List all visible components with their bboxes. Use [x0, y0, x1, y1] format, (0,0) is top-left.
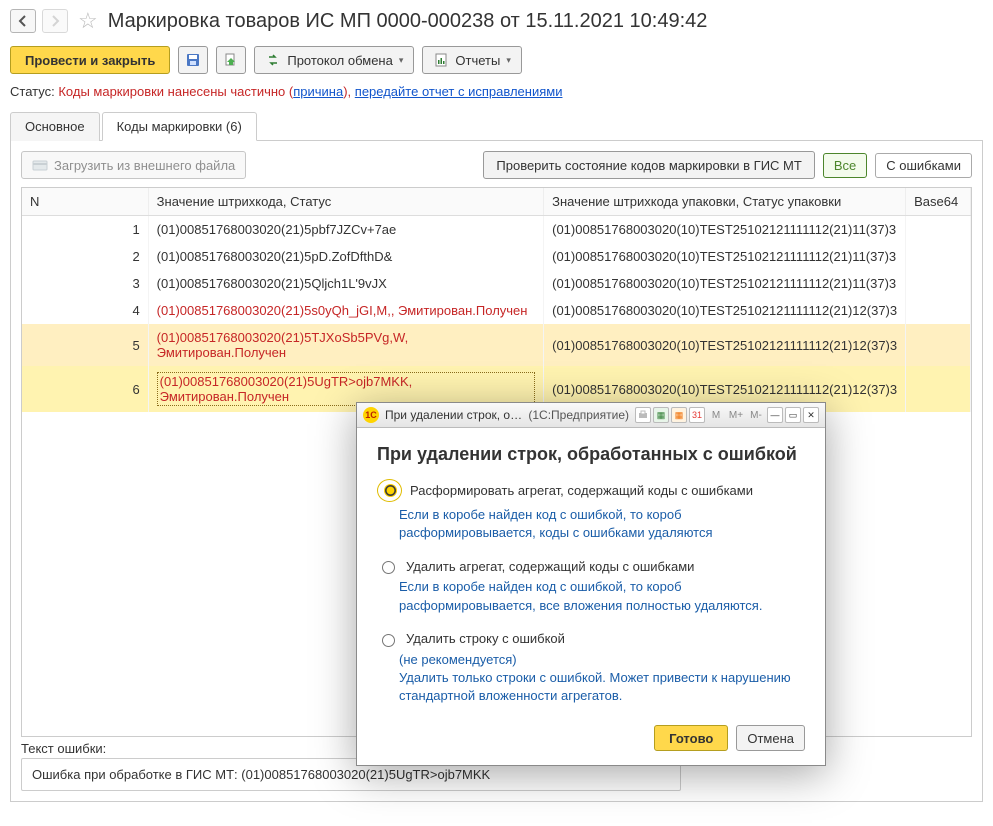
radio-option-1-desc: Если в коробе найден код с ошибкой, то к…: [399, 506, 805, 542]
mem-mp[interactable]: M+: [727, 410, 745, 421]
row-b64: [906, 216, 971, 244]
row-n: 3: [22, 270, 148, 297]
protocol-button[interactable]: Протокол обмена ▾: [254, 46, 414, 74]
status-text: Коды маркировки нанесены частично: [58, 84, 285, 99]
table-row[interactable]: 5(01)00851768003020(21)5TJXoSb5PVg,W, Эм…: [22, 324, 971, 366]
row-n: 1: [22, 216, 148, 244]
row-n: 6: [22, 366, 148, 412]
nav-back-button[interactable]: [10, 9, 36, 33]
nav-forward-button: [42, 9, 68, 33]
cal1-icon[interactable]: ▦: [653, 407, 669, 423]
reason-link[interactable]: причина: [293, 84, 343, 99]
radio-option-3-label: Удалить строку с ошибкой: [406, 631, 565, 646]
mem-mm[interactable]: M-: [747, 410, 765, 421]
row-b64: [906, 324, 971, 366]
radio-option-3-desc: (не рекомендуется) Удалить только строки…: [399, 651, 805, 706]
page-title: Маркировка товаров ИС МП 0000-000238 от …: [108, 10, 708, 33]
filter-all[interactable]: Все: [823, 153, 867, 178]
minimize-icon[interactable]: —: [767, 407, 783, 423]
load-file-button: Загрузить из внешнего файла: [21, 151, 246, 179]
row-value: (01)00851768003020(21)5pD.ZofDfthD&: [148, 243, 543, 270]
cal3-icon[interactable]: 31: [689, 407, 705, 423]
radio-option-1[interactable]: Расформировать агрегат, содержащий коды …: [377, 479, 805, 502]
check-state-button[interactable]: Проверить состояние кодов маркировки в Г…: [483, 151, 814, 179]
row-n: 4: [22, 297, 148, 324]
row-pack: (01)00851768003020(10)TEST25102121111112…: [544, 297, 906, 324]
table-row[interactable]: 2(01)00851768003020(21)5pD.ZofDfthD&(01)…: [22, 243, 971, 270]
reports-button[interactable]: Отчеты ▾: [422, 46, 521, 74]
radio-option-1-label: Расформировать агрегат, содержащий коды …: [410, 483, 753, 498]
1c-logo-icon: 1C: [363, 407, 379, 423]
row-pack: (01)00851768003020(10)TEST25102121111112…: [544, 270, 906, 297]
row-pack: (01)00851768003020(10)TEST25102121111112…: [544, 216, 906, 244]
cal2-icon[interactable]: ▦: [671, 407, 687, 423]
table-row[interactable]: 1(01)00851768003020(21)5pbf7JZCv+7ae(01)…: [22, 216, 971, 244]
favorite-star-icon[interactable]: ☆: [78, 8, 98, 34]
col-n: N: [22, 188, 148, 216]
col-b64: Base64: [906, 188, 971, 216]
col-value: Значение штрихкода, Статус: [148, 188, 543, 216]
row-value: (01)00851768003020(21)5pbf7JZCv+7ae: [148, 216, 543, 244]
status-label: Статус:: [10, 84, 55, 99]
row-pack: (01)00851768003020(10)TEST25102121111112…: [544, 243, 906, 270]
filter-errors[interactable]: С ошибками: [875, 153, 972, 178]
print-icon[interactable]: [635, 407, 651, 423]
post-button[interactable]: [216, 46, 246, 74]
dialog-heading: При удалении строк, обработанных с ошибк…: [377, 444, 805, 465]
row-n: 2: [22, 243, 148, 270]
table-row[interactable]: 3(01)00851768003020(21)5Qljch1L'9vJX(01)…: [22, 270, 971, 297]
report-icon: [433, 52, 449, 68]
row-b64: [906, 366, 971, 412]
radio-option-2-label: Удалить агрегат, содержащий коды с ошибк…: [406, 559, 694, 574]
radio-option-3[interactable]: Удалить строку с ошибкой: [377, 631, 805, 647]
radio-option-2[interactable]: Удалить агрегат, содержащий коды с ошибк…: [377, 558, 805, 574]
close-icon[interactable]: ✕: [803, 407, 819, 423]
table-row[interactable]: 4(01)00851768003020(21)5s0yQh_jGI,M,, Эм…: [22, 297, 971, 324]
card-icon: [32, 157, 48, 173]
row-value: (01)00851768003020(21)5s0yQh_jGI,M,, Эми…: [148, 297, 543, 324]
maximize-icon[interactable]: ▭: [785, 407, 801, 423]
load-file-label: Загрузить из внешнего файла: [54, 158, 235, 173]
col-pack: Значение штрихкода упаковки, Статус упак…: [544, 188, 906, 216]
action-link[interactable]: передайте отчет с исправлениями: [355, 84, 563, 99]
dialog-title: При удалении строк, об…: [385, 408, 522, 422]
row-b64: [906, 270, 971, 297]
row-value: (01)00851768003020(21)5TJXoSb5PVg,W, Эми…: [148, 324, 543, 366]
row-b64: [906, 243, 971, 270]
row-n: 5: [22, 324, 148, 366]
tab-codes[interactable]: Коды маркировки (6): [102, 112, 257, 141]
chevron-down-icon: ▾: [506, 55, 511, 66]
radio-option-2-desc: Если в коробе найден код с ошибкой, то к…: [399, 578, 805, 614]
chevron-down-icon: ▾: [399, 55, 404, 66]
row-b64: [906, 297, 971, 324]
status-line: Статус: Коды маркировки нанесены частичн…: [10, 84, 983, 99]
row-value: (01)00851768003020(21)5Qljch1L'9vJX: [148, 270, 543, 297]
dialog-ok-button[interactable]: Готово: [654, 725, 728, 751]
dialog-cancel-button[interactable]: Отмена: [736, 725, 805, 751]
exchange-icon: [265, 52, 281, 68]
tab-main[interactable]: Основное: [10, 112, 100, 141]
row-pack: (01)00851768003020(10)TEST25102121111112…: [544, 324, 906, 366]
mem-m[interactable]: M: [707, 410, 725, 421]
protocol-label: Протокол обмена: [287, 53, 393, 68]
reports-label: Отчеты: [455, 53, 500, 68]
save-button[interactable]: [178, 46, 208, 74]
dialog-app: (1С:Предприятие): [528, 408, 629, 422]
submit-close-button[interactable]: Провести и закрыть: [10, 46, 170, 74]
delete-rows-dialog: 1C При удалении строк, об… (1С:Предприят…: [356, 402, 826, 766]
